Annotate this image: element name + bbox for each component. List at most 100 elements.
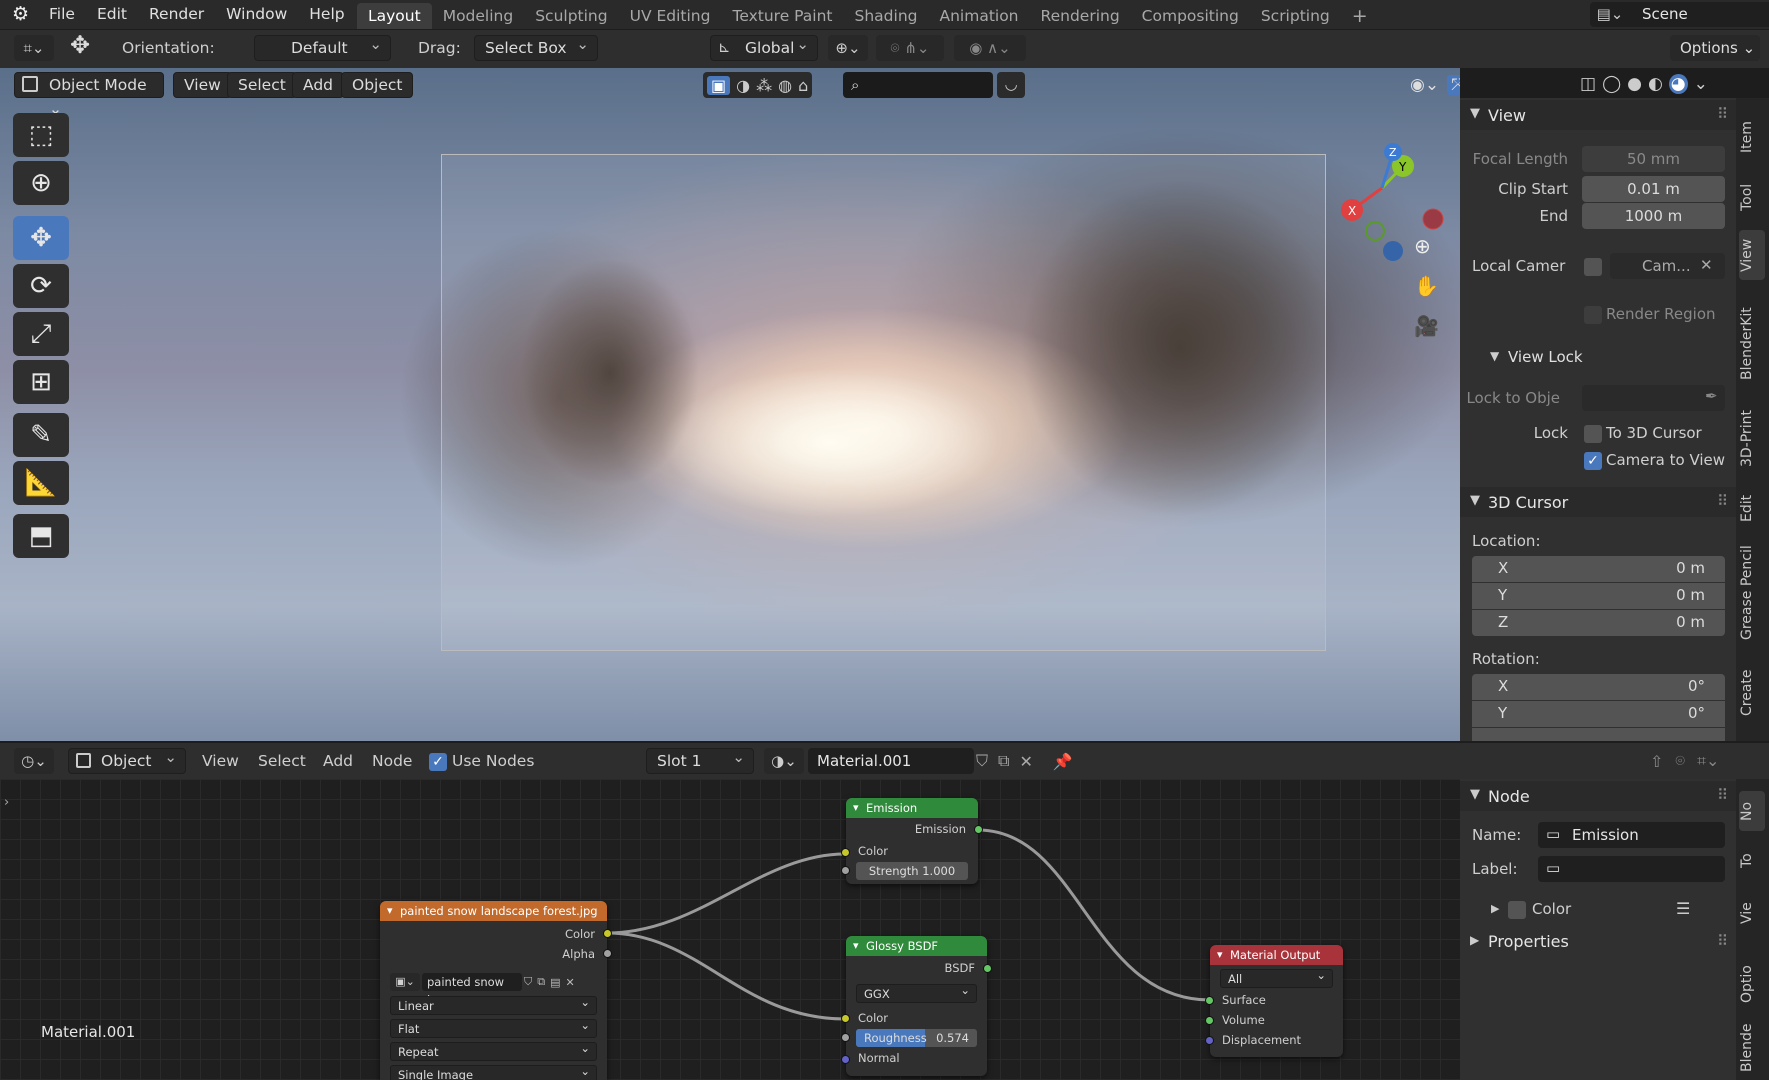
eyedropper-icon[interactable]: ✒ — [1705, 387, 1718, 405]
tab-create[interactable]: Create — [1739, 658, 1765, 728]
to-3d-cursor-checkbox[interactable] — [1584, 425, 1602, 443]
drag-handle-icon[interactable]: ⠿ — [1717, 492, 1728, 510]
color-output-socket[interactable] — [603, 929, 612, 938]
filter-dropdown-icon[interactable]: ◡ — [997, 72, 1025, 98]
material-shading-icon[interactable]: ◐ — [1648, 74, 1663, 94]
location-z-field[interactable]: Z 0 m — [1472, 610, 1725, 636]
camera-view-icon[interactable]: 🎥 — [1414, 314, 1439, 338]
unlink-material-icon[interactable]: ✕ — [1019, 752, 1032, 771]
tab-scripting[interactable]: Scripting — [1250, 3, 1341, 29]
interpolation-dropdown[interactable]: Linear — [390, 993, 597, 1015]
wireframe-shading-icon[interactable]: ◯ — [1602, 74, 1621, 94]
tab-layout[interactable]: Layout — [357, 3, 432, 29]
view-panel-header[interactable]: ▼ View ⠿ — [1460, 100, 1736, 130]
focal-length-field[interactable]: 50 mm — [1582, 146, 1725, 172]
cursor-tool-icon[interactable]: ⊕ — [13, 161, 69, 205]
3d-cursor-panel-header[interactable]: ▼ 3D Cursor ⠿ — [1460, 487, 1736, 517]
strength-socket[interactable] — [841, 866, 850, 875]
clip-start-field[interactable]: 0.01 m — [1582, 176, 1725, 202]
armature-icon[interactable]: ⌂ — [798, 76, 808, 95]
displacement-socket[interactable] — [1205, 1036, 1214, 1045]
normal-socket[interactable] — [841, 1055, 850, 1064]
menu-render[interactable]: Render — [138, 1, 215, 28]
tab-sculpting[interactable]: Sculpting — [524, 3, 618, 29]
emission-output-socket[interactable] — [974, 825, 983, 834]
rendered-shading-icon[interactable]: ◕ — [1668, 74, 1688, 94]
list-icon[interactable]: ☰ — [1676, 899, 1690, 918]
location-x-field[interactable]: X 0 m — [1472, 556, 1725, 582]
tab-options[interactable]: Optio — [1739, 954, 1765, 1014]
node-editor-type-icon[interactable]: ◷⌄ — [14, 748, 54, 774]
navigation-gizmo[interactable]: X Y Z — [1330, 122, 1450, 292]
drag-handle-icon[interactable]: ⠿ — [1717, 105, 1728, 123]
tab-3d-print[interactable]: 3D-Print — [1739, 400, 1765, 478]
measure-tool-icon[interactable]: 📐 — [13, 461, 69, 505]
tab-blenderkit[interactable]: BlenderKit — [1739, 294, 1765, 394]
tab-edit[interactable]: Edit — [1739, 483, 1765, 533]
gizmo-toggle-icon[interactable]: ⤧ — [1447, 75, 1460, 95]
node-label-field[interactable] — [1538, 856, 1725, 882]
alpha-output-socket[interactable] — [603, 949, 612, 958]
extension-dropdown[interactable]: Repeat — [390, 1039, 597, 1061]
lock-to-object-field[interactable] — [1582, 385, 1725, 411]
drag-dropdown[interactable]: Select Box — [474, 32, 598, 61]
select-box-tool-icon[interactable]: ⬚ — [13, 113, 69, 157]
menu-file[interactable]: File — [38, 1, 86, 28]
open-folder-icon[interactable]: ▤ — [550, 976, 560, 989]
tab-view[interactable]: View — [1739, 230, 1765, 280]
drag-handle-icon[interactable]: ⠿ — [1717, 786, 1728, 804]
tab-tool[interactable]: To — [1739, 841, 1765, 881]
blender-logo-icon[interactable]: ⚙ — [12, 3, 29, 25]
tab-node[interactable]: No — [1739, 791, 1765, 831]
emission-color-socket[interactable] — [841, 848, 850, 857]
roughness-slider[interactable]: Roughness 0.574 — [856, 1029, 977, 1047]
menu-help[interactable]: Help — [298, 1, 355, 28]
viewport-menu-add[interactable]: Add — [292, 72, 345, 98]
location-y-field[interactable]: Y 0 m — [1472, 583, 1725, 609]
clear-camera-icon[interactable]: ✕ — [1700, 256, 1713, 274]
glossy-bsdf-node[interactable]: Glossy BSDF BSDF GGX Color Roughness 0.5… — [841, 936, 992, 1076]
target-dropdown[interactable]: All — [1220, 966, 1333, 988]
shading-dropdown-icon[interactable]: ⌄ — [1694, 74, 1708, 94]
world-icon[interactable]: ◍ — [778, 76, 792, 95]
properties-panel-header[interactable]: ▶ Properties ⠿ — [1460, 927, 1736, 957]
xray-icon[interactable]: ◫ — [1580, 74, 1596, 94]
use-nodes-checkbox[interactable]: ✓ — [429, 753, 447, 771]
snap-icon[interactable]: ⌾ ⋔⌄ — [876, 35, 944, 61]
parent-node-tree-icon[interactable]: ⇧ — [1650, 752, 1663, 771]
tab-shading[interactable]: Shading — [844, 3, 929, 29]
surface-socket[interactable] — [1205, 996, 1214, 1005]
scale-tool-icon[interactable]: ⤢ — [13, 312, 69, 356]
tab-animation[interactable]: Animation — [928, 3, 1029, 29]
snap-element-icon[interactable]: ⌗⌄ — [1697, 751, 1719, 771]
node-menu-select[interactable]: Select — [258, 752, 306, 770]
drag-handle-icon[interactable]: ⠿ — [1717, 932, 1728, 950]
particles-icon[interactable]: ⁂ — [756, 76, 772, 95]
node-menu-add[interactable]: Add — [323, 752, 353, 770]
strength-field[interactable]: Strength 1.000 — [856, 862, 968, 880]
tab-blenderkit[interactable]: Blende — [1739, 1019, 1765, 1077]
transform-tool-icon[interactable]: ⊞ — [13, 360, 69, 404]
view-lock-subpanel-header[interactable]: ▼ View Lock — [1460, 344, 1736, 372]
viewport-menu-select[interactable]: Select — [227, 72, 297, 98]
rotate-tool-icon[interactable]: ⟳ — [13, 264, 69, 308]
tab-rendering[interactable]: Rendering — [1030, 3, 1131, 29]
node-name-field[interactable]: Emission — [1538, 822, 1725, 848]
node-menu-view[interactable]: View — [202, 752, 239, 770]
tab-view[interactable]: Vie — [1739, 891, 1765, 935]
3d-viewport[interactable]: Object Mode ⌄ View Select Add Object ▣ ◑… — [0, 68, 1460, 741]
tab-uv-editing[interactable]: UV Editing — [619, 3, 722, 29]
color-checkbox[interactable] — [1508, 901, 1526, 919]
material-output-node[interactable]: Material Output All Surface Volume Displ… — [1205, 945, 1343, 1057]
tab-texture-paint[interactable]: Texture Paint — [721, 3, 843, 29]
duplicate-material-icon[interactable]: ⧉ — [998, 751, 1009, 771]
menu-edit[interactable]: Edit — [86, 1, 138, 28]
source-dropdown[interactable]: Single Image — [390, 1062, 597, 1080]
solid-shading-icon[interactable]: ● — [1627, 74, 1642, 94]
pin-icon[interactable]: 📌 — [1053, 752, 1073, 771]
zoom-icon[interactable]: ⊕ — [1414, 234, 1431, 258]
menu-window[interactable]: Window — [215, 1, 298, 28]
proportional-edit-icon[interactable]: ◉ ∧⌄ — [954, 35, 1026, 61]
options-dropdown[interactable]: Options ⌄ — [1670, 35, 1760, 61]
slot-dropdown[interactable]: Slot 1 — [646, 745, 754, 774]
